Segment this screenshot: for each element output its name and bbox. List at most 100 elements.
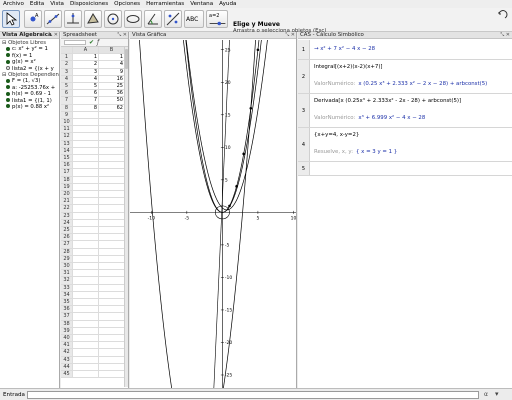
table-cell[interactable] [99, 371, 125, 379]
table-cell[interactable] [73, 248, 99, 256]
table-cell[interactable] [73, 205, 99, 213]
row-header[interactable]: 3 [61, 68, 73, 76]
table-cell[interactable] [73, 126, 99, 134]
table-cell[interactable] [99, 270, 125, 278]
table-cell[interactable] [73, 198, 99, 206]
table-cell[interactable]: 1 [73, 54, 99, 62]
table-cell[interactable]: 1 [99, 54, 125, 62]
table-cell[interactable] [99, 248, 125, 256]
undo-icon[interactable] [496, 10, 508, 20]
table-cell[interactable] [73, 183, 99, 191]
table-cell[interactable] [73, 291, 99, 299]
table-cell[interactable] [99, 306, 125, 314]
table-cell[interactable] [99, 219, 125, 227]
cas-row[interactable]: 4 {x+y=4, x-y=2} Resuelve, x, y:{ x = 3 y … [298, 128, 512, 162]
algebra-view-controls[interactable]: ⤡ ✕ [48, 32, 58, 39]
menu-5[interactable]: Herramientas [146, 1, 184, 7]
row-header[interactable]: 38 [61, 320, 73, 328]
table-cell[interactable] [99, 133, 125, 141]
row-header[interactable]: 5 [61, 83, 73, 91]
menu-7[interactable]: Ayuda [219, 1, 236, 7]
row-header[interactable]: 2 [61, 61, 73, 69]
spreadsheet-controls[interactable]: ⤡ ✕ [117, 32, 127, 39]
table-cell[interactable] [99, 198, 125, 206]
spreadsheet-corner[interactable] [61, 47, 73, 55]
row-header[interactable]: 22 [61, 205, 73, 213]
table-cell[interactable] [73, 284, 99, 292]
row-header[interactable]: 28 [61, 248, 73, 256]
row-header[interactable]: 20 [61, 191, 73, 199]
visibility-dot-icon[interactable] [6, 46, 10, 51]
row-header[interactable]: 35 [61, 299, 73, 307]
point-tool-button[interactable]: A [24, 10, 42, 28]
row-header[interactable]: 43 [61, 356, 73, 364]
table-cell[interactable]: 36 [99, 90, 125, 98]
row-header[interactable]: 1 [61, 54, 73, 62]
slider-tool-button[interactable]: a=2 [206, 10, 228, 28]
table-cell[interactable] [99, 320, 125, 328]
row-header[interactable]: 15 [61, 155, 73, 163]
table-cell[interactable] [73, 371, 99, 379]
table-cell[interactable] [99, 234, 125, 242]
row-header[interactable]: 8 [61, 104, 73, 112]
conic-tool-button[interactable] [124, 10, 142, 28]
table-cell[interactable] [73, 263, 99, 271]
table-cell[interactable] [99, 227, 125, 235]
cas-row[interactable]: 2 Integral[(x+2)(x-2)(x+7)] ValorNumérico:… [298, 60, 512, 94]
table-cell[interactable] [73, 270, 99, 278]
cas-input[interactable]: Integral[(x+2)(x-2)(x+7)] [314, 64, 383, 70]
row-header[interactable]: 16 [61, 162, 73, 170]
table-cell[interactable] [73, 119, 99, 127]
visibility-dot-icon[interactable] [6, 91, 10, 96]
table-cell[interactable] [99, 183, 125, 191]
table-cell[interactable] [73, 191, 99, 199]
table-cell[interactable] [99, 356, 125, 364]
visibility-dot-icon[interactable] [6, 85, 10, 90]
table-cell[interactable] [73, 299, 99, 307]
algebra-item[interactable]: p(x) = 0.88 x² [0, 104, 59, 110]
graphics-view-controls[interactable]: ⤡ ✕ [285, 32, 295, 39]
row-header[interactable]: 23 [61, 212, 73, 220]
visibility-dot-icon[interactable] [6, 59, 10, 64]
table-cell[interactable] [99, 255, 125, 263]
row-header[interactable]: 9 [61, 111, 73, 119]
row-header[interactable]: 30 [61, 263, 73, 271]
table-cell[interactable] [73, 162, 99, 170]
visibility-dot-icon[interactable] [6, 53, 10, 58]
row-header[interactable]: 27 [61, 241, 73, 249]
graphics-view[interactable]: Vista Gráfica ⤡ ✕ -10 -5 5 10 -25 -20 -15 -10 -5… [130, 32, 297, 388]
table-cell[interactable] [73, 133, 99, 141]
row-header[interactable]: 40 [61, 335, 73, 343]
table-cell[interactable]: 16 [99, 75, 125, 83]
table-cell[interactable] [99, 277, 125, 285]
table-cell[interactable] [73, 313, 99, 321]
alpha-icon[interactable]: α [484, 391, 488, 398]
row-header[interactable]: 13 [61, 140, 73, 148]
spreadsheet-scrollbar[interactable] [124, 47, 128, 387]
table-cell[interactable]: 8 [73, 104, 99, 112]
row-header[interactable]: 4 [61, 75, 73, 83]
row-header[interactable]: 17 [61, 169, 73, 177]
table-cell[interactable] [73, 320, 99, 328]
table-cell[interactable] [99, 241, 125, 249]
visibility-dot-icon[interactable] [6, 104, 10, 109]
text-tool-button[interactable]: ABC [184, 10, 204, 28]
table-cell[interactable]: 7 [73, 97, 99, 105]
table-cell[interactable] [73, 234, 99, 242]
table-cell[interactable]: 5 [73, 83, 99, 91]
row-header[interactable]: 12 [61, 133, 73, 141]
table-cell[interactable] [99, 291, 125, 299]
table-cell[interactable] [73, 255, 99, 263]
table-cell[interactable] [99, 313, 125, 321]
table-cell[interactable]: 6 [73, 90, 99, 98]
dropdown-icon[interactable]: ▾ [495, 390, 499, 398]
row-header[interactable]: 37 [61, 313, 73, 321]
cas-row[interactable]: 1 → x² + 7 x² − 4 x − 28 [298, 40, 512, 60]
visibility-dot-icon[interactable] [6, 66, 10, 71]
table-cell[interactable] [73, 363, 99, 371]
menu-1[interactable]: Edita [30, 1, 44, 7]
table-cell[interactable] [73, 327, 99, 335]
row-header[interactable]: 29 [61, 255, 73, 263]
table-cell[interactable] [99, 162, 125, 170]
table-cell[interactable] [99, 205, 125, 213]
